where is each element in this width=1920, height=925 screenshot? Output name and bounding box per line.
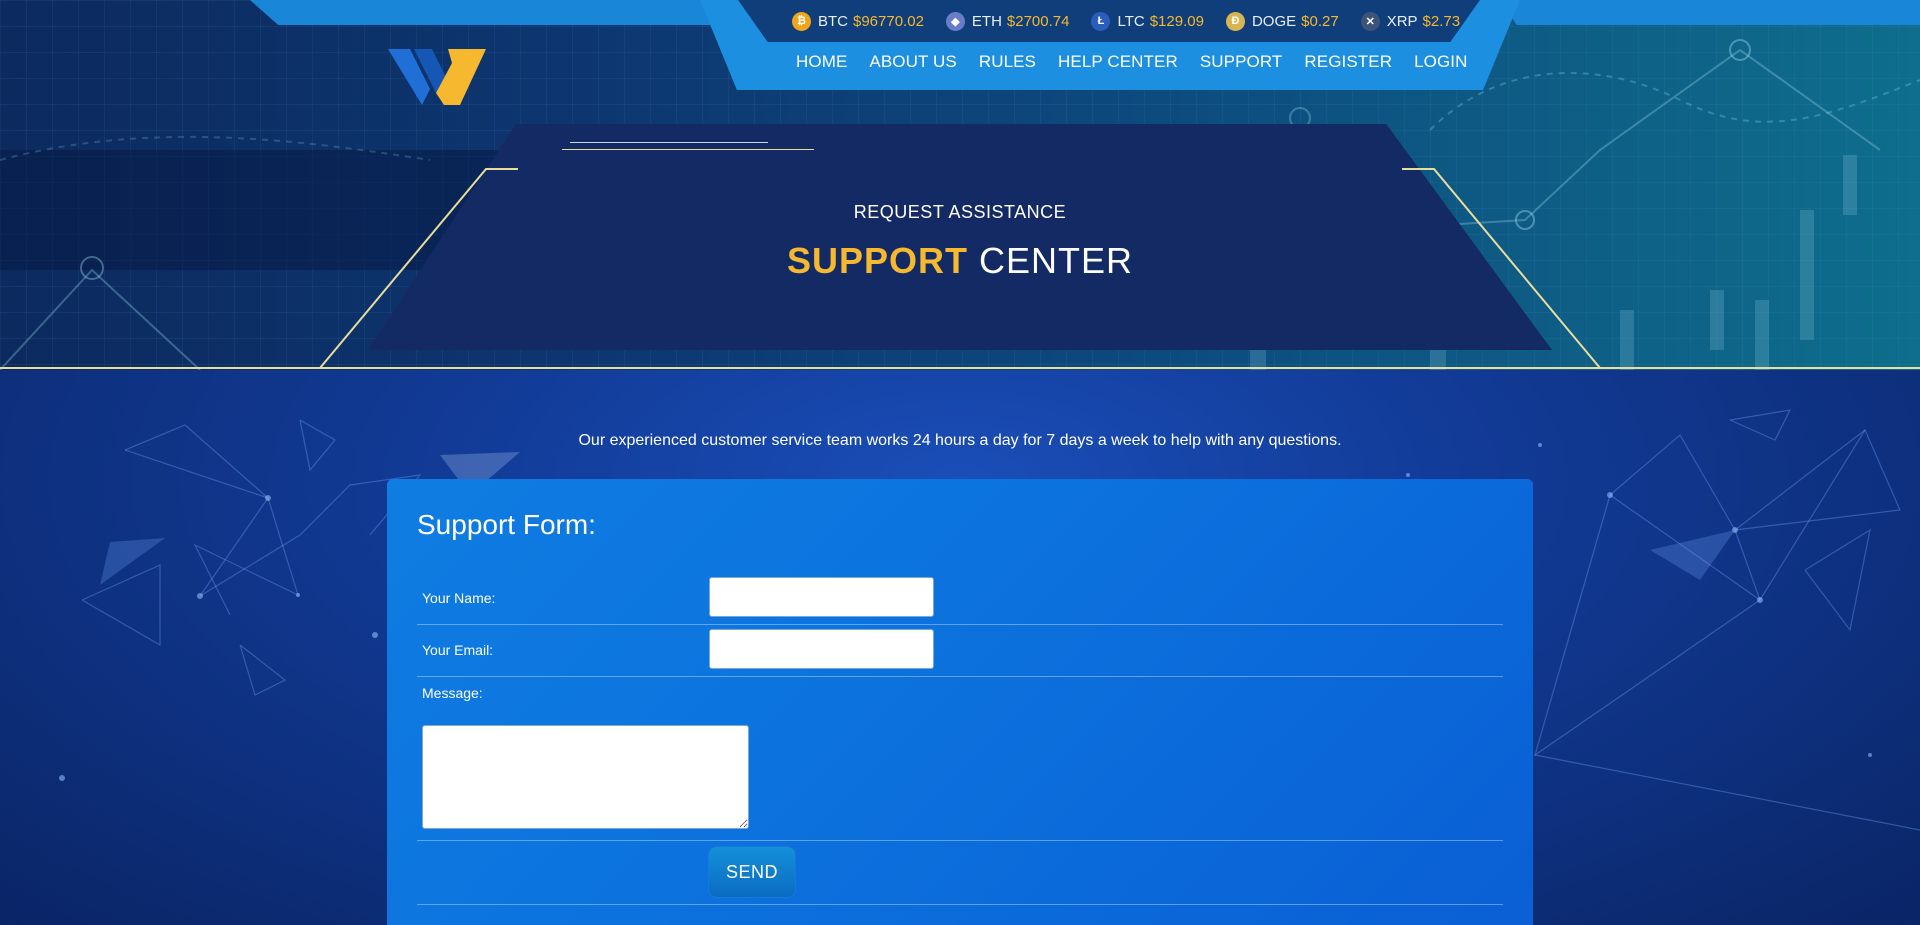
email-label: Your Email: (422, 642, 494, 658)
support-form: Support Form: Your Name: Your Email: Mes… (387, 479, 1533, 925)
page-title-rest: CENTER (979, 240, 1134, 281)
hero-divider (0, 367, 1920, 369)
form-row-submit: SEND (417, 841, 1503, 905)
hero-panel-outline (319, 168, 1601, 369)
email-field[interactable] (709, 629, 934, 669)
intro-text: Our experienced customer service team wo… (578, 432, 1342, 449)
send-button[interactable]: SEND (709, 847, 795, 897)
name-label: Your Name: (422, 590, 496, 606)
decorative-line (570, 142, 768, 143)
page-title-accent: SUPPORT (786, 240, 968, 281)
message-field[interactable] (422, 725, 749, 829)
main-section: Our experienced customer service team wo… (0, 370, 1920, 925)
form-row-message: Message: (417, 677, 1503, 841)
form-title: Support Form: (417, 509, 596, 540)
hero-subtitle: REQUEST ASSISTANCE (853, 202, 1067, 222)
form-row-email: Your Email: (417, 625, 1503, 677)
form-row-name: Your Name: (417, 569, 1503, 625)
decorative-line (562, 149, 814, 150)
hero-banner: ₿ BTC $96770.02 ◆ ETH $2700.74 Ł LTC $12… (0, 0, 1920, 370)
message-label: Message: (422, 685, 483, 701)
page-title: SUPPORT CENTER (0, 240, 1920, 282)
name-field[interactable] (709, 577, 934, 617)
